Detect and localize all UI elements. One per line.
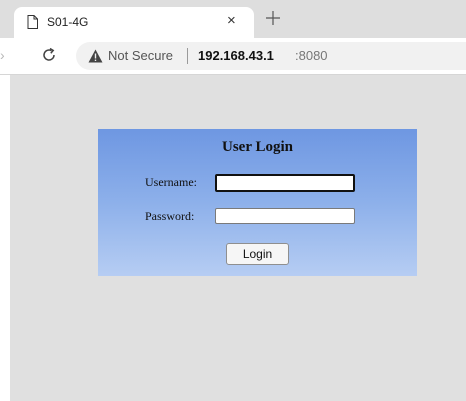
- tab-strip: S01-4G ×: [0, 0, 466, 38]
- plus-icon[interactable]: [265, 10, 281, 26]
- username-input[interactable]: [215, 174, 355, 192]
- username-label: Username:: [145, 175, 197, 189]
- url-port: :8080: [295, 48, 328, 63]
- login-panel: User Login Username: Password: Login: [98, 129, 417, 276]
- tab-title: S01-4G: [47, 15, 89, 29]
- address-divider: [187, 48, 188, 64]
- browser-window: S01-4G × › Not Secure 192.168.43.1 :8080: [0, 0, 466, 401]
- browser-toolbar: › Not Secure 192.168.43.1 :8080: [0, 38, 466, 75]
- page-viewport: User Login Username: Password: Login: [10, 75, 466, 401]
- forward-icon[interactable]: ›: [0, 47, 5, 63]
- reload-icon[interactable]: [41, 47, 57, 63]
- warning-triangle-icon[interactable]: [88, 49, 103, 63]
- address-bar[interactable]: Not Secure 192.168.43.1 :8080: [76, 42, 466, 70]
- login-title: User Login: [222, 139, 293, 155]
- security-status[interactable]: Not Secure: [108, 48, 173, 64]
- login-button[interactable]: Login: [226, 243, 289, 265]
- tab-s01-4g[interactable]: S01-4G ×: [14, 7, 254, 38]
- tab-close-icon[interactable]: ×: [227, 12, 236, 30]
- password-input[interactable]: [215, 208, 355, 224]
- document-icon: [27, 15, 38, 29]
- password-label: Password:: [145, 209, 195, 223]
- url-host: 192.168.43.1: [198, 48, 274, 63]
